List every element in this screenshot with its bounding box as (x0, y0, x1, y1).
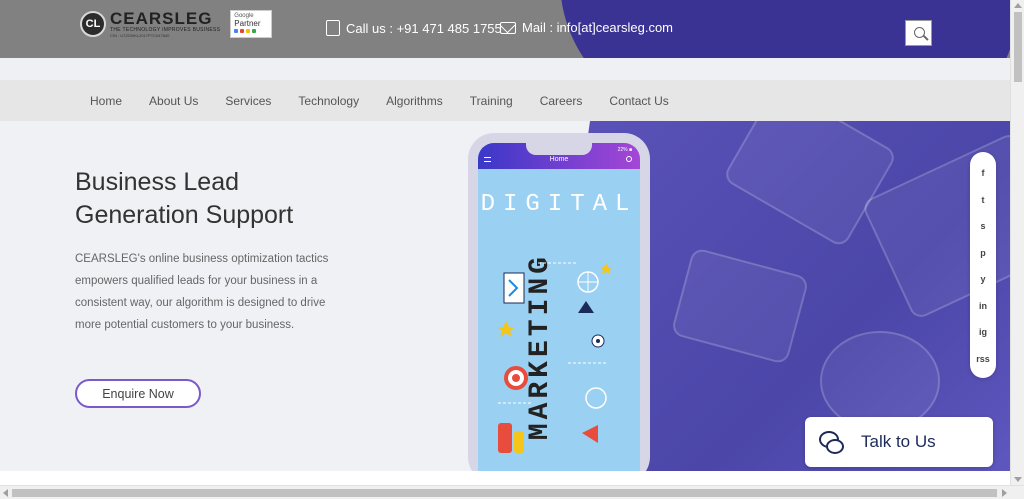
rss-icon[interactable]: rss (976, 346, 990, 373)
nav-contact-us[interactable]: Contact Us (609, 94, 668, 108)
google-partner-badge: Google Partner (230, 10, 273, 38)
scroll-right-arrow-icon[interactable] (1002, 489, 1007, 497)
phone-contact[interactable]: Call us : +91 471 485 1755 (326, 20, 502, 36)
scroll-left-arrow-icon[interactable] (3, 489, 8, 497)
marketing-illustration (497, 262, 612, 453)
talk-to-us-label: Talk to Us (861, 432, 936, 451)
partner-label: Partner (234, 19, 261, 28)
scroll-up-arrow-icon[interactable] (1014, 3, 1022, 8)
main-nav: Home About Us Services Technology Algori… (0, 80, 1010, 121)
mail-icon (500, 21, 516, 34)
search-button[interactable] (905, 20, 932, 46)
talk-to-us-widget[interactable]: Talk to Us (805, 417, 993, 467)
hero-title-line-2: Generation Support (75, 201, 294, 229)
brand-cin: CIN : U72200KL2017PTC047840 (110, 33, 170, 38)
nav-home[interactable]: Home (90, 94, 122, 108)
horizontal-scrollbar[interactable] (0, 485, 1024, 499)
search-icon (914, 26, 925, 38)
next-section (0, 471, 1010, 485)
top-bar: CL CEARSLEG THE TECHNOLOGY IMPROVES BUSI… (0, 0, 1010, 58)
hero-title-line-1: Business Lead (75, 168, 240, 196)
hero-description: CEARSLEG's online business optimization … (75, 253, 329, 331)
horizontal-scroll-thumb[interactable] (12, 489, 997, 497)
skype-icon[interactable]: s (980, 213, 985, 240)
nav-training[interactable]: Training (470, 94, 513, 108)
phone-mockup: 22% ■ Home DIGITAL MARKETING (468, 133, 650, 483)
nav-careers[interactable]: Careers (540, 94, 583, 108)
instagram-icon[interactable]: ig (979, 319, 987, 346)
pinterest-icon[interactable]: p (980, 240, 986, 267)
nav-algorithms[interactable]: Algorithms (386, 94, 443, 108)
social-bar: f t s p y in ig rss (970, 152, 996, 378)
mail-contact[interactable]: Mail : info[at]cearsleg.com (500, 20, 673, 35)
logo-icon: CL (80, 11, 106, 37)
hero-title: Business Lead Generation Support (75, 166, 293, 232)
linkedin-icon[interactable]: in (979, 293, 987, 320)
mobile-phone-icon (326, 20, 340, 36)
phone-text: Call us : +91 471 485 1755 (346, 20, 502, 36)
twitter-icon[interactable]: t (982, 187, 985, 214)
vertical-scroll-thumb[interactable] (1014, 12, 1022, 82)
brand-name: CEARSLEG (110, 9, 213, 28)
partner-dots (234, 29, 268, 33)
nav-technology[interactable]: Technology (298, 94, 359, 108)
vertical-scrollbar[interactable] (1010, 0, 1024, 485)
chat-bubble-icon (819, 431, 844, 454)
enquire-now-button[interactable]: Enquire Now (75, 379, 201, 408)
youtube-icon[interactable]: y (980, 266, 985, 293)
nav-about-us[interactable]: About Us (149, 94, 198, 108)
nav-services[interactable]: Services (225, 94, 271, 108)
logo-text: CEARSLEG THE TECHNOLOGY IMPROVES BUSINES… (110, 10, 220, 38)
mail-text: Mail : info[at]cearsleg.com (522, 20, 674, 35)
phone-screen: 22% ■ Home DIGITAL MARKETING (478, 143, 640, 483)
scroll-down-arrow-icon[interactable] (1014, 477, 1022, 482)
facebook-icon[interactable]: f (982, 160, 985, 187)
page: CL CEARSLEG THE TECHNOLOGY IMPROVES BUSI… (0, 0, 1024, 499)
site-logo[interactable]: CL CEARSLEG THE TECHNOLOGY IMPROVES BUSI… (80, 10, 273, 38)
